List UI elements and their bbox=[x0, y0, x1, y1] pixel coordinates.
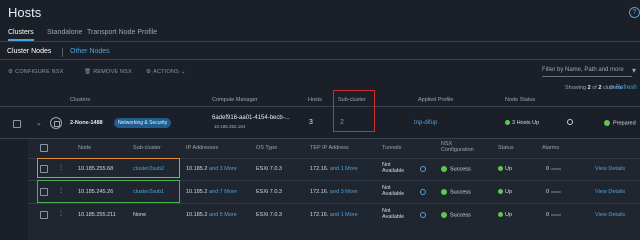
success-icon bbox=[604, 120, 610, 126]
tab-other-nodes[interactable]: Other Nodes bbox=[70, 48, 110, 55]
view-details-link[interactable]: View Details bbox=[595, 212, 625, 218]
main-tabs: Clusters Standalone Transport Node Profi… bbox=[0, 26, 640, 42]
cluster-state: Prepared bbox=[604, 120, 636, 126]
row-checkbox[interactable] bbox=[13, 120, 21, 128]
node-tunnels: Not Available bbox=[382, 162, 405, 174]
node-status: 3 Hosts Up bbox=[505, 120, 539, 126]
view-details-link[interactable]: View Details bbox=[595, 189, 625, 195]
node-os: ESXi 7.0.3 bbox=[256, 189, 282, 195]
sub-tabs: Cluster Nodes Other Nodes bbox=[0, 44, 640, 60]
col-hosts: Hosts bbox=[308, 97, 323, 103]
tab-divider bbox=[62, 48, 63, 57]
node-nsx-status: Success bbox=[441, 212, 471, 218]
chevron-down-icon: ⌄ bbox=[180, 69, 186, 75]
node-alarms: 0 bbox=[546, 189, 562, 195]
node-status: Up bbox=[498, 212, 512, 218]
col-clusters: Clusters bbox=[70, 97, 91, 103]
success-icon bbox=[441, 212, 447, 218]
nodes-table-header: Node Sub-cluster IP Addresses OS Type TE… bbox=[28, 139, 640, 158]
configure-nsx-button[interactable]: ⚙ CONFIGURE NSX bbox=[8, 69, 64, 75]
remove-nsx-button[interactable]: 🗑 REMOVE NSX bbox=[84, 69, 132, 75]
node-nsx-status: Success bbox=[441, 189, 471, 195]
highlight-box-red bbox=[333, 90, 375, 132]
highlight-box-green bbox=[37, 180, 180, 203]
node-alarms: 0 bbox=[546, 212, 562, 218]
col-status: Status bbox=[498, 145, 514, 151]
gear-icon: ⚙ bbox=[8, 69, 14, 75]
cluster-badge: Networking & Security bbox=[114, 118, 172, 128]
tab-standalone[interactable]: Standalone bbox=[47, 29, 82, 36]
node-subcluster: None bbox=[133, 212, 147, 218]
node-tunnels: Not Available bbox=[382, 208, 405, 220]
col-tep-ip: TEP IP Address bbox=[310, 145, 349, 151]
compute-manager[interactable]: 6adef916-aa01-4154-becb-... bbox=[212, 115, 290, 121]
col-ip-addresses: IP Addresses bbox=[186, 145, 219, 151]
success-icon bbox=[441, 166, 447, 172]
status-up-icon bbox=[498, 166, 503, 172]
compute-manager-ip: 10.185.252.164 bbox=[214, 124, 246, 129]
chevron-down-icon[interactable]: ⌄ bbox=[36, 119, 42, 127]
select-all-checkbox[interactable] bbox=[40, 144, 48, 152]
node-tep: 172.16. and 3 More bbox=[310, 189, 358, 195]
page-title: Hosts bbox=[8, 5, 42, 20]
node-status: Up bbox=[498, 166, 512, 172]
node-ip-addresses: 10.185.2 and 7 More bbox=[186, 189, 237, 195]
node-ip-addresses: 10.185.2 and 3 More bbox=[186, 166, 237, 172]
node-tunnels: Not Available bbox=[382, 185, 405, 197]
remove-nsx-label: REMOVE NSX bbox=[93, 69, 132, 75]
filter-input[interactable]: Filter by Name, Path and more bbox=[542, 67, 632, 77]
actions-menu[interactable]: ⚙ ACTIONS ⌄ bbox=[146, 69, 186, 75]
filter-icon[interactable]: ▾ bbox=[632, 66, 636, 75]
node-alarms: 0 bbox=[546, 166, 562, 172]
refresh-icon: ⟳ bbox=[609, 85, 615, 91]
node-ip[interactable]: 10.185.255.211 bbox=[78, 212, 116, 218]
col-alarms: Alarms bbox=[542, 145, 560, 151]
col-node-subcluster: Sub-cluster bbox=[133, 145, 161, 151]
configure-nsx-label: CONFIGURE NSX bbox=[15, 69, 64, 75]
node-tep: 172.16. and 1 More bbox=[310, 166, 358, 172]
help-icon[interactable]: ? bbox=[629, 7, 640, 18]
row-checkbox[interactable] bbox=[40, 211, 48, 219]
node-os: ESXi 7.0.3 bbox=[256, 166, 282, 172]
col-applied-profile: Applied Profile bbox=[418, 97, 454, 103]
col-os-type: OS Type bbox=[256, 145, 278, 151]
view-details-link[interactable]: View Details bbox=[595, 166, 625, 172]
tab-clusters[interactable]: Clusters bbox=[8, 29, 34, 41]
info-icon[interactable] bbox=[567, 119, 573, 127]
info-icon[interactable] bbox=[420, 166, 426, 174]
node-tep: 172.16. and 1 More bbox=[310, 212, 358, 218]
node-os: ESXi 7.0.3 bbox=[256, 212, 282, 218]
info-icon[interactable] bbox=[420, 212, 426, 220]
col-nsx-configuration: NSX Configuration bbox=[441, 141, 474, 153]
hosts-count: 3 bbox=[309, 119, 313, 126]
more-vert-icon[interactable]: ⋮ bbox=[58, 210, 64, 217]
table-row[interactable]: ⋮ 10.185.255.211 None 10.185.2 and 5 Mor… bbox=[28, 203, 640, 225]
actions-label: ACTIONS bbox=[153, 69, 179, 75]
tab-transport-node-profile[interactable]: Transport Node Profile bbox=[87, 29, 157, 36]
refresh-button[interactable]: ⟳ Refresh bbox=[609, 84, 637, 91]
info-icon[interactable] bbox=[420, 189, 426, 197]
applied-profile[interactable]: tnp-difup bbox=[414, 120, 437, 126]
cluster-icon bbox=[50, 117, 62, 129]
status-up-icon bbox=[498, 189, 503, 195]
cluster-name[interactable]: 2-None-1488 bbox=[70, 120, 103, 126]
cluster-row[interactable]: ⌄ 2-None-1488 Networking & Security 6ade… bbox=[0, 107, 640, 139]
status-up-icon bbox=[505, 120, 510, 126]
trash-icon: 🗑 bbox=[84, 69, 92, 75]
col-node-status: Node Status bbox=[505, 97, 536, 103]
node-status: Up bbox=[498, 189, 512, 195]
node-ip-addresses: 10.185.2 and 5 More bbox=[186, 212, 237, 218]
col-compute-manager: Compute Manager bbox=[212, 97, 258, 103]
status-up-icon bbox=[498, 212, 503, 218]
clusters-table-header: Clusters Compute Manager Hosts Sub-clust… bbox=[0, 93, 640, 107]
success-icon bbox=[441, 189, 447, 195]
col-node: Node bbox=[78, 145, 92, 151]
col-tunnels: Tunnels bbox=[382, 145, 402, 151]
node-nsx-status: Success bbox=[441, 166, 471, 172]
highlight-box-orange bbox=[37, 158, 180, 178]
tab-cluster-nodes[interactable]: Cluster Nodes bbox=[7, 48, 51, 55]
gear-icon: ⚙ bbox=[146, 69, 152, 75]
